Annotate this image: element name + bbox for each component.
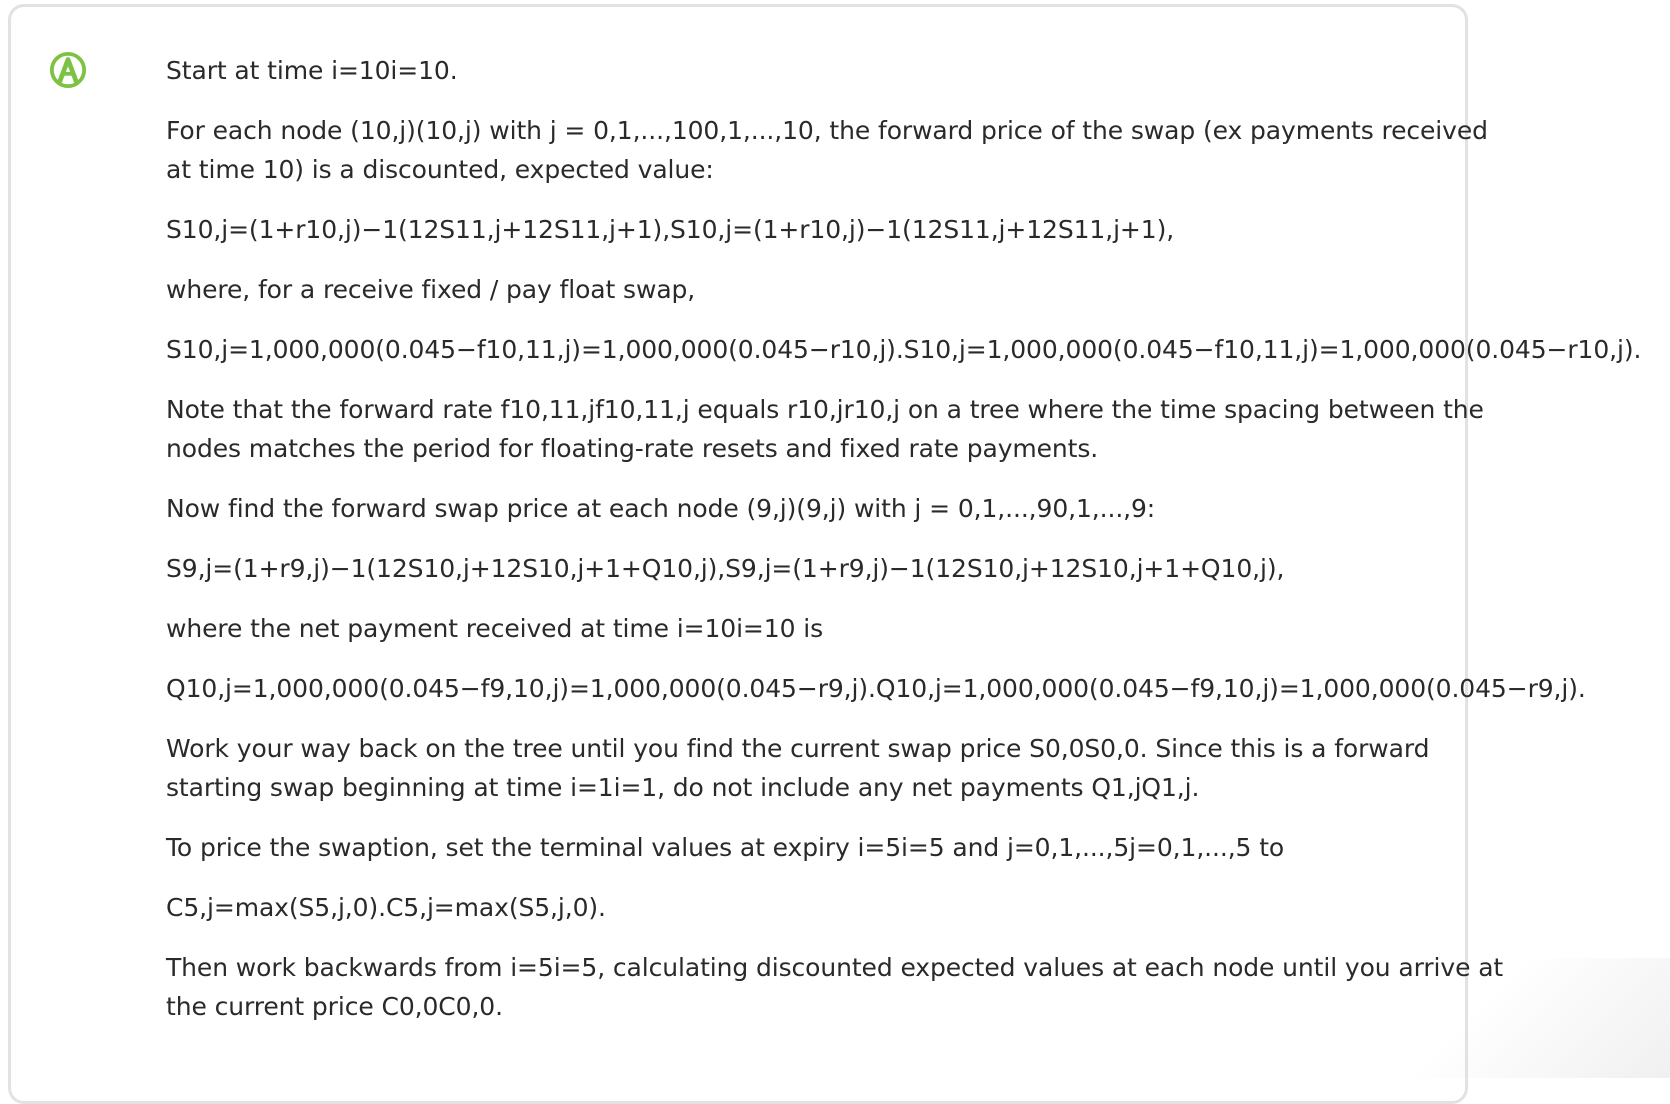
step-backwards: Then work backwards from i=5i=5, calcula… <box>166 953 1511 1021</box>
note-forward-rate: Note that the forward rate f10,11,jf10,1… <box>166 395 1492 463</box>
step-swaption: To price the swaption, set the terminal … <box>166 833 1285 862</box>
step-start: Start at time i=10i=10. <box>166 56 458 85</box>
step-forward-price: For each node (10,j)(10,j) with j = 0,1,… <box>166 116 1496 184</box>
formula-q10: Q10,j=1,000,000(0.045−f9,10,j)=1,000,000… <box>166 674 1586 703</box>
step-node-9: Now find the forward swap price at each … <box>166 494 1156 523</box>
formula-s9: S9,j=(1+r9,j)−1(12S10,j+12S10,j+1+Q10,j)… <box>166 554 1285 583</box>
step-work-back: Work your way back on the tree until you… <box>166 734 1438 802</box>
formula-s10: S10,j=(1+r10,j)−1(12S11,j+12S11,j+1),S10… <box>166 215 1175 244</box>
formula-c5: C5,j=max(S5,j,0).C5,j=max(S5,j,0). <box>166 893 606 922</box>
step-net-payment: where the net payment received at time i… <box>166 614 823 643</box>
answer-body: Start at time i=10i=10. For each node (1… <box>166 51 1642 1047</box>
step-receive-fixed: where, for a receive fixed / pay float s… <box>166 275 696 304</box>
answer-card: Start at time i=10i=10. For each node (1… <box>8 4 1641 1104</box>
answer-badge-icon <box>49 51 87 89</box>
formula-s10-terminal: S10,j=1,000,000(0.045−f10,11,j)=1,000,00… <box>166 335 1642 364</box>
